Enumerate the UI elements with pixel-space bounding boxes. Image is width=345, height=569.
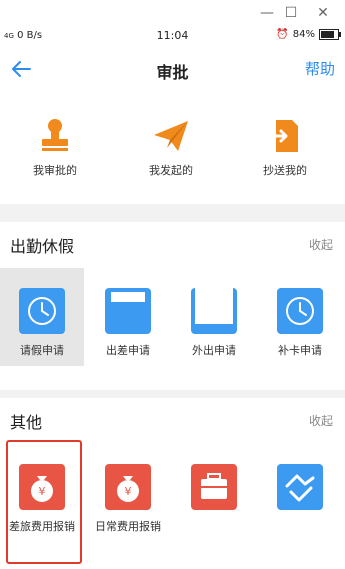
status-right: ⏰ 84%: [276, 29, 341, 40]
section-header: 其他 收起: [0, 398, 345, 442]
minimize-button[interactable]: —: [258, 4, 276, 22]
grid-item-label: 日常费用报销: [95, 520, 161, 533]
grid-item-label: 外出申请: [192, 344, 236, 357]
help-link[interactable]: 帮助: [305, 58, 335, 79]
section-title: 出勤休假: [10, 237, 75, 256]
battery-icon: [319, 29, 341, 40]
grid-item-label: 出差申请: [106, 344, 150, 357]
my-initiated-button[interactable]: 我发起的: [121, 118, 221, 178]
maximize-button[interactable]: ☐: [282, 4, 300, 22]
clock-icon: [277, 288, 323, 334]
section-header: 出勤休假 收起: [0, 222, 345, 266]
clock-in-correction-item[interactable]: 补卡申请: [258, 268, 342, 366]
outing-request-item[interactable]: 外出申请: [172, 268, 256, 366]
money-bag-icon: ¥: [105, 464, 151, 510]
close-button[interactable]: ✕: [314, 4, 332, 22]
top-item-label: 我审批的: [33, 164, 77, 177]
attendance-section: 出勤休假 收起 请假申请 出差申请 外出申请 补卡申请: [0, 222, 345, 390]
page-title: 审批: [156, 63, 189, 82]
outing-icon: [191, 288, 237, 334]
my-approvals-button[interactable]: 我审批的: [5, 118, 105, 178]
nav-bar: 审批 帮助: [0, 46, 345, 92]
stamp-icon: [42, 119, 68, 151]
svg-text:¥: ¥: [125, 485, 132, 498]
toolbox-item[interactable]: [172, 444, 256, 542]
grid-item-label: 请假申请: [20, 344, 64, 357]
collapse-button[interactable]: 收起: [309, 412, 333, 429]
quick-actions: 我审批的 我发起的 抄送我的: [0, 92, 345, 204]
cc-to-me-button[interactable]: 抄送我的: [235, 118, 335, 178]
handshake-item[interactable]: [258, 444, 342, 542]
handshake-icon: [277, 464, 323, 510]
top-item-label: 抄送我的: [263, 164, 307, 177]
selection-highlight: [6, 440, 82, 564]
grid-item-label: 补卡申请: [278, 344, 322, 357]
collapse-button[interactable]: 收起: [309, 236, 333, 253]
share-document-icon: [268, 120, 298, 152]
paper-plane-icon: [154, 121, 188, 151]
section-title: 其他: [10, 413, 43, 432]
leave-request-item[interactable]: 请假申请: [0, 268, 84, 366]
travel-icon: [105, 288, 151, 334]
window-titlebar: — ☐ ✕: [0, 0, 345, 27]
daily-expense-item[interactable]: ¥ 日常费用报销: [86, 444, 170, 542]
status-bar: 4G 0 B/s 11:04 ⏰ 84%: [0, 26, 345, 46]
battery-percent: 84%: [292, 29, 315, 40]
clock-icon: [19, 288, 65, 334]
other-section: 其他 收起 ¥ 差旅费用报销 ¥ 日常费用报销: [0, 398, 345, 569]
alarm-icon: ⏰: [276, 29, 289, 40]
top-item-label: 我发起的: [149, 164, 193, 177]
business-trip-request-item[interactable]: 出差申请: [86, 268, 170, 366]
toolbox-icon: [191, 464, 237, 510]
